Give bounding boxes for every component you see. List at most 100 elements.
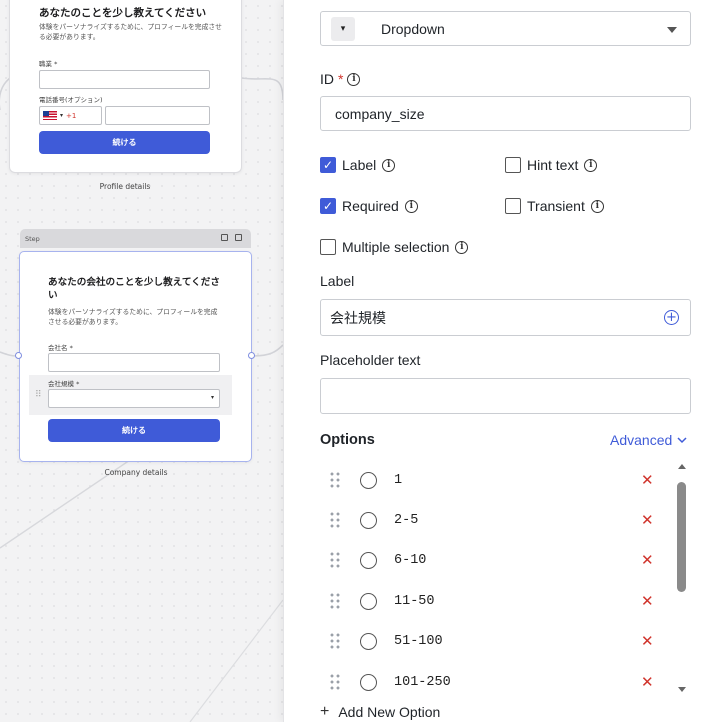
card-caption: Profile details <box>99 182 151 191</box>
card-caption: Company details <box>104 468 168 477</box>
add-new-option-button[interactable]: + Add New Option <box>320 703 440 721</box>
option-value[interactable]: 6-10 <box>394 553 426 568</box>
delete-option-icon[interactable]: ✕ <box>641 551 654 569</box>
flow-canvas[interactable]: あなたのことを少し教えてください 体験をパーソナライズするために、プロフィールを… <box>0 0 283 722</box>
connector-handle-left[interactable] <box>15 352 22 359</box>
radio-default[interactable] <box>360 471 377 489</box>
delete-option-icon[interactable]: ✕ <box>641 673 654 691</box>
duplicate-icon[interactable] <box>221 234 228 241</box>
scrollbar-thumb[interactable] <box>677 482 686 592</box>
country-code-select[interactable]: ▾ +1 <box>39 106 102 125</box>
options-scrollbar[interactable] <box>676 464 688 692</box>
connector-line <box>241 77 283 101</box>
drag-handle-icon[interactable]: ⠿ <box>35 389 42 400</box>
hint-text-checkbox[interactable] <box>505 157 521 173</box>
occupation-label: 職業 * <box>39 60 58 68</box>
radio-default[interactable] <box>360 551 377 569</box>
info-icon[interactable]: i <box>455 240 469 254</box>
company-name-label: 会社名 * <box>48 344 73 352</box>
info-icon[interactable]: i <box>590 199 604 213</box>
option-row[interactable]: 101-250 ✕ <box>320 662 670 696</box>
field-settings-panel: ▾ Dropdown ID * i company_size ✓ Label i… <box>283 0 707 722</box>
radio-default[interactable] <box>360 673 377 691</box>
label-input[interactable]: 会社規模 + <box>320 299 691 336</box>
card-title: あなたのことを少し教えてください <box>39 7 207 19</box>
us-flag-icon <box>43 111 57 120</box>
required-checkbox[interactable]: ✓ <box>320 198 336 214</box>
chevron-down-icon <box>677 436 687 443</box>
connector-handle-right[interactable] <box>248 352 255 359</box>
label-checkbox[interactable]: ✓ <box>320 157 336 173</box>
company-details-card[interactable]: あなたの会社のことを少し教えてください 体験をパーソナライズするために、プロフィ… <box>19 251 252 462</box>
option-value[interactable]: 101-250 <box>394 675 451 690</box>
card-subtitle: 体験をパーソナライズするために、プロフィールを完成させる必要があります。 <box>48 308 218 326</box>
occupation-input[interactable] <box>39 70 210 89</box>
delete-option-icon[interactable]: ✕ <box>641 632 654 650</box>
scroll-up-arrow-icon[interactable] <box>678 464 686 469</box>
connector-line <box>189 599 283 722</box>
card-subtitle: 体験をパーソナライズするために、プロフィールを完成させる必要があります。 <box>39 23 222 41</box>
delete-option-icon[interactable]: ✕ <box>641 471 654 489</box>
delete-icon[interactable] <box>235 234 242 241</box>
radio-default[interactable] <box>360 592 377 610</box>
advanced-label: Advanced <box>610 432 673 448</box>
placeholder-input[interactable] <box>320 378 691 414</box>
field-type-select[interactable]: ▾ Dropdown <box>320 11 691 46</box>
option-value[interactable]: 2-5 <box>394 513 418 528</box>
company-size-select[interactable]: ▾ <box>48 389 220 408</box>
checkbox-label: Transient <box>527 198 585 214</box>
add-translation-icon[interactable]: + <box>664 310 679 325</box>
option-row[interactable]: 6-10 ✕ <box>320 540 670 580</box>
multiple-selection-checkbox-row[interactable]: Multiple selection i <box>320 239 469 255</box>
info-icon[interactable]: i <box>584 158 598 172</box>
radio-default[interactable] <box>360 511 377 529</box>
option-row[interactable]: 1 ✕ <box>320 460 670 500</box>
drag-handle-icon[interactable] <box>329 632 341 650</box>
required-mark: * <box>338 71 344 87</box>
drag-handle-icon[interactable] <box>329 471 341 489</box>
info-icon[interactable]: i <box>347 72 361 86</box>
option-row[interactable]: 2-5 ✕ <box>320 500 670 540</box>
step-label: Step <box>25 234 40 243</box>
label-input-value: 会社規模 <box>330 310 386 327</box>
option-row[interactable]: 11-50 ✕ <box>320 581 670 621</box>
placeholder-label: Placeholder text <box>320 352 421 368</box>
phone-input[interactable] <box>105 106 210 125</box>
info-icon[interactable]: i <box>382 158 396 172</box>
drag-handle-icon[interactable] <box>329 551 341 569</box>
transient-checkbox[interactable] <box>505 198 521 214</box>
company-size-label: 会社規模 * <box>48 380 80 388</box>
company-name-input[interactable] <box>48 353 220 372</box>
drag-handle-icon[interactable] <box>329 673 341 691</box>
plus-icon: + <box>320 703 330 720</box>
info-icon[interactable]: i <box>404 199 418 213</box>
radio-default[interactable] <box>360 632 377 650</box>
id-input[interactable]: company_size <box>320 96 691 131</box>
option-value[interactable]: 11-50 <box>394 594 435 609</box>
phone-label: 電話番号(オプション) <box>39 96 103 104</box>
id-label-text: ID <box>320 71 334 87</box>
delete-option-icon[interactable]: ✕ <box>641 592 654 610</box>
continue-button[interactable]: 続ける <box>39 131 210 154</box>
add-new-option-label: Add New Option <box>338 704 441 720</box>
multiple-selection-checkbox[interactable] <box>320 239 336 255</box>
required-checkbox-row[interactable]: ✓ Required i <box>320 198 418 214</box>
hint-text-checkbox-row[interactable]: Hint text i <box>505 157 598 173</box>
step-header[interactable]: Step <box>20 229 251 248</box>
options-list[interactable]: 1 ✕ 2-5 ✕ 6-10 ✕ 11-50 ✕ 51-100 ✕ 101-25… <box>320 460 691 696</box>
option-value[interactable]: 1 <box>394 473 402 488</box>
label-checkbox-row[interactable]: ✓ Label i <box>320 157 396 173</box>
continue-button[interactable]: 続ける <box>48 419 220 442</box>
scroll-down-arrow-icon[interactable] <box>678 687 686 692</box>
delete-option-icon[interactable]: ✕ <box>641 511 654 529</box>
option-value[interactable]: 51-100 <box>394 634 443 649</box>
id-label: ID * i <box>320 71 361 87</box>
drag-handle-icon[interactable] <box>329 592 341 610</box>
connector-line <box>251 344 283 357</box>
profile-details-card[interactable]: あなたのことを少し教えてください 体験をパーソナライズするために、プロフィールを… <box>9 0 242 173</box>
advanced-toggle[interactable]: Advanced <box>610 432 687 448</box>
option-row[interactable]: 51-100 ✕ <box>320 621 670 661</box>
drag-handle-icon[interactable] <box>329 511 341 529</box>
checkbox-label: Required <box>342 198 399 214</box>
transient-checkbox-row[interactable]: Transient i <box>505 198 604 214</box>
